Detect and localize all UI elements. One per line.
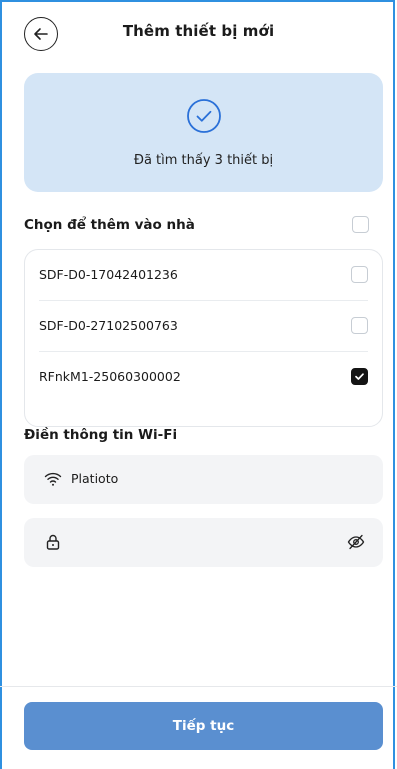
select-section-title: Chọn để thêm vào nhà — [24, 217, 195, 233]
page-title: Thêm thiết bị mới — [122, 22, 275, 40]
device-list: SDF-D0-17042401236 SDF-D0-27102500763 RF… — [24, 249, 383, 427]
device-label: RFnkM1-25060300002 — [39, 369, 181, 384]
footer-divider — [0, 686, 397, 687]
wifi-password-field[interactable] — [24, 518, 383, 567]
eye-off-icon[interactable] — [347, 533, 365, 551]
device-row[interactable]: RFnkM1-25060300002 — [25, 352, 382, 402]
select-all-checkbox[interactable] — [352, 216, 369, 233]
device-checkbox[interactable] — [351, 368, 368, 385]
continue-button[interactable]: Tiếp tục — [24, 702, 383, 750]
lock-icon — [46, 534, 60, 550]
check-circle-icon — [187, 99, 221, 133]
device-checkbox[interactable] — [351, 317, 368, 334]
devices-found-card: Đã tìm thấy 3 thiết bị — [24, 73, 383, 192]
device-label: SDF-D0-17042401236 — [39, 267, 178, 282]
device-row[interactable]: SDF-D0-17042401236 — [25, 250, 382, 300]
wifi-section-title: Điền thông tin Wi-Fi — [24, 427, 178, 443]
wifi-ssid-field[interactable]: Platioto — [24, 455, 383, 504]
device-row[interactable]: SDF-D0-27102500763 — [25, 301, 382, 351]
devices-found-text: Đã tìm thấy 3 thiết bị — [133, 153, 274, 168]
wifi-icon — [44, 472, 62, 486]
wifi-ssid-value: Platioto — [71, 471, 119, 486]
device-label: SDF-D0-27102500763 — [39, 318, 178, 333]
device-checkbox[interactable] — [351, 266, 368, 283]
header: Thêm thiết bị mới — [0, 0, 397, 62]
checkmark-icon — [355, 373, 364, 380]
